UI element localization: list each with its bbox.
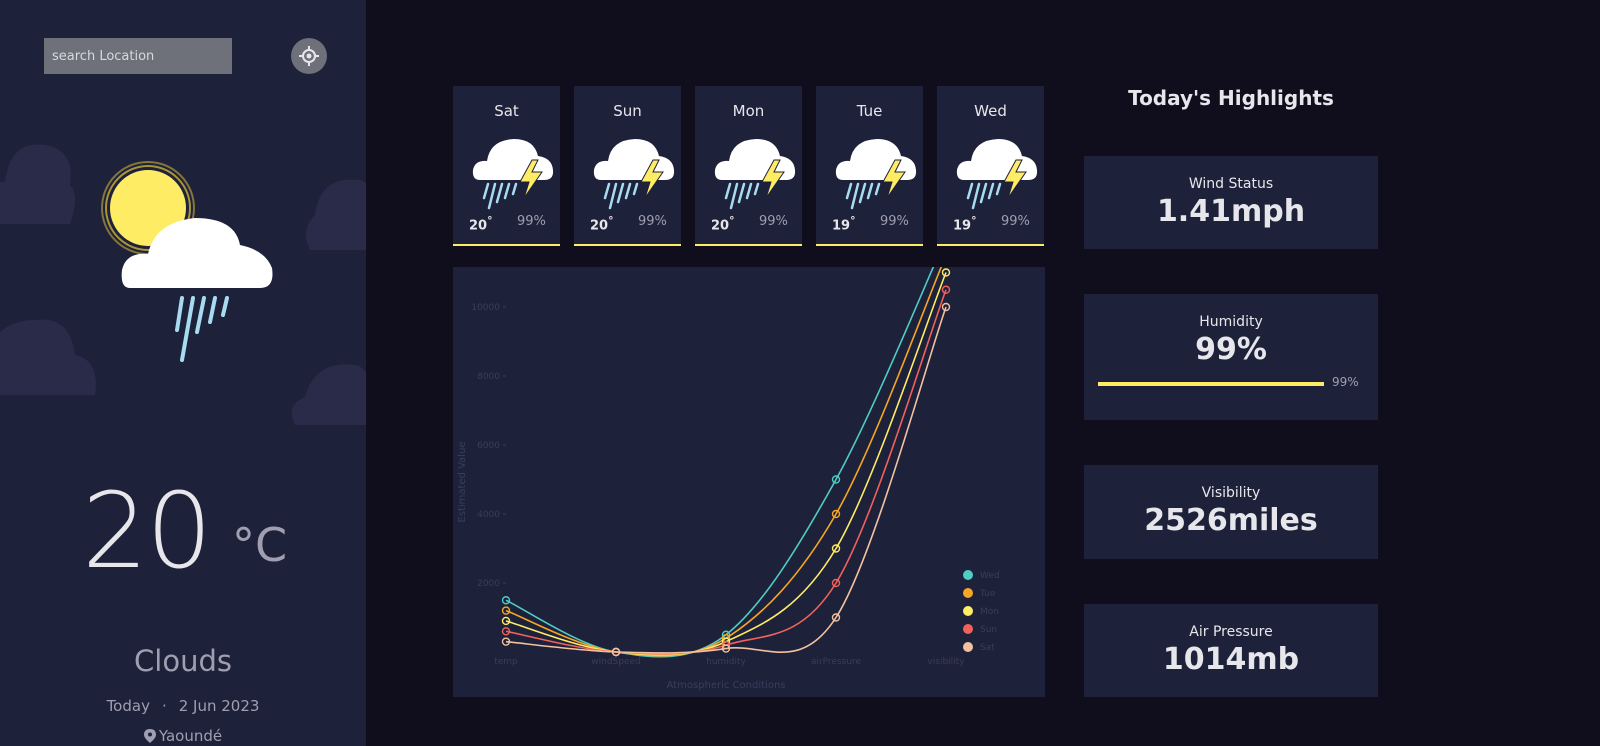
forecast-card: Mon 20° 99% — [695, 86, 802, 246]
forecast-temp: 20° — [469, 214, 493, 234]
current-temperature: 20 — [82, 470, 212, 592]
forecast-day: Wed — [974, 102, 1007, 120]
forecast-card: Tue 19° 99% — [816, 86, 923, 246]
crosshair-icon — [299, 46, 319, 66]
humidity-value: 99% — [1195, 332, 1267, 367]
series-line — [505, 272, 947, 656]
forecast-temp: 20° — [590, 214, 614, 234]
legend-swatch — [963, 588, 973, 598]
visibility-value: 2526miles — [1144, 503, 1318, 538]
line-chart: 2000 4000 6000 8000 10000 temp windSpeed humid… — [457, 267, 1000, 691]
forecast-day: Mon — [732, 102, 765, 120]
wind-status-value: 1.41mph — [1156, 194, 1306, 229]
weather-condition: Clouds — [134, 644, 232, 678]
thunderstorm-icon — [714, 137, 796, 210]
sun-cloud-rain-icon — [101, 161, 273, 362]
forecast-day: Sat — [494, 102, 519, 120]
forecast-humidity: 99% — [517, 214, 546, 229]
forecast-temp: 19° — [953, 214, 977, 234]
y-tick-label: 4000 — [477, 510, 500, 520]
air-pressure-label: Air Pressure — [1189, 624, 1273, 640]
data-point[interactable] — [501, 606, 511, 615]
legend-swatch — [963, 642, 973, 652]
background-cloud-icon — [0, 319, 96, 395]
humidity-card: Humidity 99% 99% — [1084, 294, 1378, 420]
y-axis-title: Estimated Value — [457, 441, 468, 522]
background-cloud-icon — [306, 179, 366, 250]
forecast-humidity: 99% — [638, 214, 667, 229]
date-row: Today · 2 Jun 2023 — [0, 697, 366, 715]
humidity-bar-label: 99% — [1332, 375, 1359, 389]
forecast-humidity: 99% — [1001, 214, 1030, 229]
forecast-card: Sun 20° 99% — [574, 86, 681, 246]
legend-label: Mon — [980, 607, 999, 617]
thunderstorm-icon — [593, 137, 675, 210]
forecast-day: Sun — [613, 102, 642, 120]
legend-label: Tue — [979, 589, 996, 599]
highlights-title: Today's Highlights — [1128, 86, 1334, 110]
location-row: Yaoundé — [0, 727, 366, 745]
legend-swatch — [963, 624, 973, 634]
map-pin-icon — [143, 729, 156, 743]
y-tick-label: 8000 — [477, 372, 500, 382]
legend-swatch — [963, 606, 973, 616]
y-tick-label: 2000 — [477, 579, 500, 589]
background-cloud-icon — [291, 364, 366, 425]
x-tick-label: windSpeed — [591, 657, 641, 667]
legend-label: Wed — [980, 571, 1000, 581]
current-date: 2 Jun 2023 — [178, 697, 260, 715]
visibility-label: Visibility — [1201, 485, 1261, 501]
thunderstorm-icon — [835, 137, 917, 210]
x-tick-label: visibility — [927, 657, 965, 667]
visibility-card: Visibility 2526miles — [1084, 465, 1378, 559]
x-tick-label: humidity — [706, 657, 746, 667]
series-line — [505, 267, 943, 657]
x-tick-label: airPressure — [811, 657, 862, 667]
humidity-progress-bar — [1098, 382, 1324, 386]
wind-status-card: Wind Status 1.41mph — [1084, 156, 1378, 249]
thunderstorm-icon — [956, 137, 1038, 210]
forecast-humidity: 99% — [759, 214, 788, 229]
series-line — [505, 289, 947, 655]
air-pressure-value: 1014mb — [1162, 642, 1300, 677]
legend-swatch — [963, 570, 973, 580]
location-name: Yaoundé — [158, 727, 223, 745]
forecast-temp: 19° — [832, 214, 856, 234]
x-tick-label: temp — [494, 657, 518, 667]
sidebar: 20 °C Clouds Today · 2 Jun 2023 Yaoundé — [0, 0, 366, 746]
y-tick-label: 10000 — [471, 303, 500, 313]
forecast-card: Sat 20° 99% — [453, 86, 560, 246]
forecast-day: Tue — [856, 102, 883, 120]
air-pressure-card: Air Pressure 1014mb — [1084, 604, 1378, 697]
temperature-unit: °C — [232, 518, 288, 572]
current-location-button[interactable] — [291, 38, 327, 74]
thunderstorm-icon — [472, 137, 554, 210]
forecast-temp: 20° — [711, 214, 735, 234]
separator: · — [161, 697, 167, 715]
series-line — [505, 306, 947, 654]
background-cloud-icon — [0, 144, 75, 224]
y-tick-label: 6000 — [477, 441, 500, 451]
humidity-label: Humidity — [1199, 314, 1263, 330]
legend-label: Sun — [980, 625, 997, 635]
series-line — [505, 267, 935, 658]
x-axis-title: Atmospheric Conditions — [667, 680, 786, 691]
search-input[interactable] — [44, 38, 232, 74]
day-label: Today — [106, 697, 150, 715]
conditions-chart: 2000 4000 6000 8000 10000 temp windSpeed humid… — [453, 267, 1045, 697]
legend-label: Sat — [980, 643, 995, 653]
forecast-card: Wed 19° 99% — [937, 86, 1044, 246]
wind-status-label: Wind Status — [1188, 176, 1274, 192]
forecast-humidity: 99% — [880, 214, 909, 229]
